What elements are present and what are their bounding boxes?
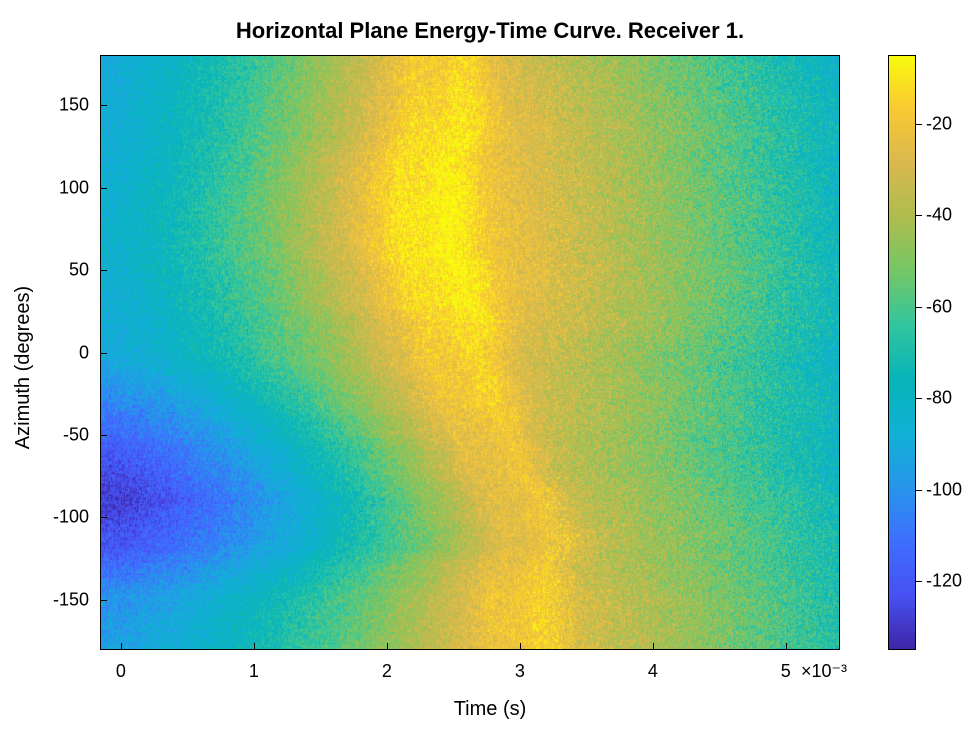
y-axis-label: Azimuth (degrees) [14, 0, 34, 735]
y-tick [101, 353, 107, 354]
colorbar-tick-label: -40 [926, 205, 952, 226]
y-tick-label: 50 [69, 260, 89, 281]
y-tick [101, 435, 107, 436]
y-tick-label: 0 [79, 342, 89, 363]
chart-title: Horizontal Plane Energy-Time Curve. Rece… [0, 18, 980, 44]
colorbar-tick [916, 490, 922, 491]
y-tick [101, 188, 107, 189]
axes: -150-100-50050100150 012345 ×10⁻³ [100, 55, 840, 650]
figure: Horizontal Plane Energy-Time Curve. Rece… [0, 0, 980, 735]
x-tick-label: 0 [116, 661, 126, 682]
y-tick-label: 100 [59, 177, 89, 198]
colorbar-tick-label: -120 [926, 571, 962, 592]
x-tick-label: 5 [781, 661, 791, 682]
x-tick [254, 643, 255, 649]
y-tick [101, 600, 107, 601]
x-tick-label: 2 [382, 661, 392, 682]
heatmap-image [101, 56, 839, 649]
x-tick [387, 643, 388, 649]
colorbar: -120-100-80-60-40-20 [888, 55, 916, 650]
y-tick [101, 270, 107, 271]
x-axis-label: Time (s) [0, 698, 980, 721]
colorbar-tick-label: -80 [926, 388, 952, 409]
colorbar-tick [916, 215, 922, 216]
colorbar-tick [916, 398, 922, 399]
x-tick [121, 643, 122, 649]
y-tick [101, 105, 107, 106]
colorbar-tick-label: -20 [926, 113, 952, 134]
colorbar-tick [916, 581, 922, 582]
x-tick [786, 643, 787, 649]
x-tick-label: 3 [515, 661, 525, 682]
y-tick-label: -50 [63, 424, 89, 445]
y-tick-label: 150 [59, 95, 89, 116]
colorbar-tick-label: -60 [926, 296, 952, 317]
x-tick-label: 4 [648, 661, 658, 682]
y-tick-label: -100 [53, 507, 89, 528]
colorbar-tick [916, 124, 922, 125]
x-tick [520, 643, 521, 649]
y-tick [101, 517, 107, 518]
y-tick-label: -150 [53, 589, 89, 610]
x-tick-label: 1 [249, 661, 259, 682]
colorbar-gradient [888, 55, 916, 650]
x-tick [653, 643, 654, 649]
colorbar-tick [916, 307, 922, 308]
colorbar-tick-label: -100 [926, 479, 962, 500]
x-axis-exponent: ×10⁻³ [801, 661, 847, 682]
